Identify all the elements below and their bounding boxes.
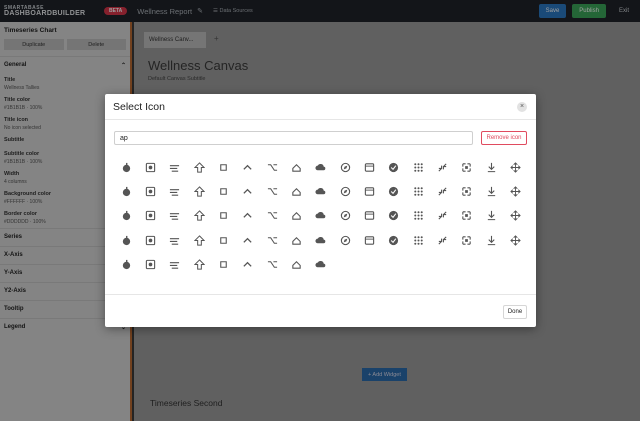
keyboard-capslock-icon[interactable] [284,204,308,228]
web-asset-icon[interactable] [357,155,381,179]
tile-grid-icon[interactable] [187,204,211,228]
tonality-icon[interactable] [236,252,260,276]
icon-search-input[interactable] [114,131,473,145]
tap-and-play-icon[interactable] [163,204,187,228]
last-page-icon[interactable] [138,179,162,203]
account-tree-icon[interactable] [138,252,162,276]
format-align-top-icon[interactable] [406,179,430,203]
tap-icon[interactable] [138,204,162,228]
web-icon[interactable] [236,228,260,252]
library-add-icon[interactable] [357,228,381,252]
map-icon[interactable] [430,204,454,228]
rotate-right-icon[interactable] [406,228,430,252]
whatsapp-icon[interactable] [284,252,308,276]
bakery-icon[interactable] [260,252,284,276]
apps-icon[interactable] [406,155,430,179]
compress-icon[interactable] [455,155,479,179]
cloud-icon[interactable] [309,155,333,179]
apple-icon[interactable] [114,155,138,179]
place-icon[interactable] [455,204,479,228]
vertical-align-top-icon[interactable] [163,179,187,203]
explore-icon[interactable] [333,155,357,179]
laptop-mac-icon[interactable] [406,204,430,228]
stay-current-icon[interactable] [163,252,187,276]
local-convenience-icon[interactable] [236,204,260,228]
swap-horiz-icon[interactable] [187,252,211,276]
place-add-icon[interactable] [504,204,528,228]
location-off-icon[interactable] [138,228,162,252]
select-icon-dialog: Select Icon × Remove icon Done [105,94,536,327]
laptop-icon[interactable] [309,204,333,228]
arrow-upward-icon[interactable] [187,155,211,179]
fullscreen-exit-icon[interactable] [430,155,454,179]
bold-icon[interactable] [211,179,235,203]
icon-grid [114,155,528,276]
crop-square-icon[interactable] [284,179,308,203]
open-in-new-icon[interactable] [504,228,528,252]
done-button[interactable]: Done [503,305,527,319]
open-with-icon[interactable] [504,155,528,179]
keyboard-option-icon[interactable] [260,155,284,179]
closed-caption-icon[interactable] [260,179,284,203]
product-p-icon[interactable] [382,179,406,203]
dialog-title: Select Icon [113,100,165,113]
playlist-add-icon[interactable] [309,252,333,276]
app-blocking-icon[interactable] [284,228,308,252]
laptop-chromebook-icon[interactable] [333,204,357,228]
desktop-access-disabled-icon[interactable] [382,204,406,228]
first-page-icon[interactable] [114,179,138,203]
download-icon[interactable] [479,155,503,179]
touch-app-icon[interactable] [504,179,528,203]
command-icon[interactable] [211,155,235,179]
vertical-align-center-icon[interactable] [479,179,503,203]
sentiment-icon[interactable] [309,179,333,203]
remove-icon-button[interactable]: Remove icon [481,131,527,145]
redo-icon[interactable] [479,228,503,252]
bookmark-add-icon[interactable] [382,228,406,252]
app-settings-icon[interactable] [138,155,162,179]
image-aspect-icon[interactable] [430,179,454,203]
category-icon[interactable] [430,228,454,252]
text-fields-icon[interactable] [260,204,284,228]
laptop-windows-icon[interactable] [357,204,381,228]
keyboard-arrow-up-icon[interactable] [284,155,308,179]
widgets-icon[interactable] [455,228,479,252]
app-registration-icon[interactable] [163,155,187,179]
touch-icon[interactable] [114,204,138,228]
share-icon[interactable] [236,179,260,203]
card-giftcard-icon[interactable] [309,228,333,252]
add-to-queue-icon[interactable] [114,252,138,276]
unfold-less-icon[interactable] [187,179,211,203]
close-icon[interactable]: × [517,102,527,112]
swap-vert-icon[interactable] [211,252,235,276]
login-icon[interactable] [333,179,357,203]
location-searching-icon[interactable] [479,204,503,228]
attach-file-icon[interactable] [333,228,357,252]
apple-fruit-icon[interactable] [357,179,381,203]
explore-off-icon[interactable] [114,228,138,252]
add-location-icon[interactable] [187,228,211,252]
verified-icon[interactable] [382,155,406,179]
wrong-location-icon[interactable] [211,228,235,252]
image-landscape-icon[interactable] [455,179,479,203]
expand-less-icon[interactable] [236,155,260,179]
brightness-icon[interactable] [211,204,235,228]
flip-to-back-icon[interactable] [260,228,284,252]
location-on-icon[interactable] [163,228,187,252]
